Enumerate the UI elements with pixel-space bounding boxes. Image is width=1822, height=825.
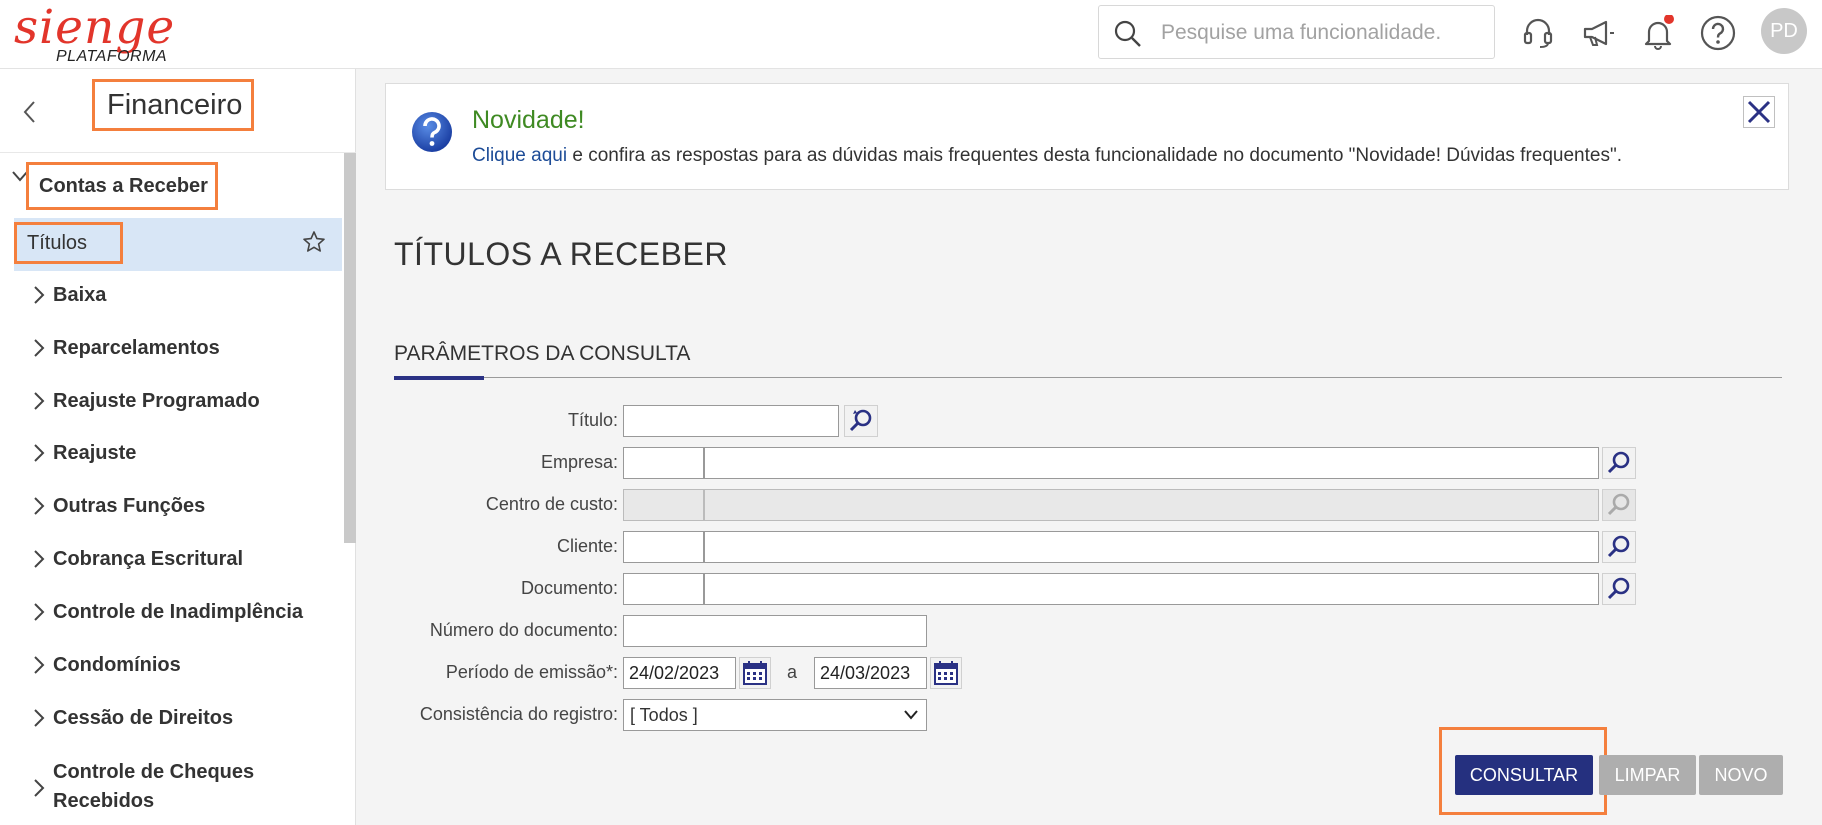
titulo-input[interactable] — [623, 405, 839, 437]
chevron-right-icon — [34, 709, 45, 727]
section-divider — [394, 377, 1782, 378]
empresa-label: Empresa: — [540, 452, 618, 472]
bell-icon[interactable] — [1640, 15, 1676, 51]
consistencia-select[interactable]: [ Todos ] — [623, 699, 927, 731]
empresa-code-input[interactable] — [623, 447, 704, 479]
cliente-search-icon[interactable] — [1602, 531, 1636, 563]
documento-search-icon[interactable] — [1602, 573, 1636, 605]
back-arrow-icon[interactable] — [20, 99, 40, 125]
sidebar-item-label: Outras Funções — [53, 495, 206, 517]
search-box[interactable] — [1098, 5, 1495, 59]
consultar-button[interactable]: CONSULTAR — [1455, 755, 1593, 795]
top-header: sienge PLATAFORMA PD — [0, 0, 1822, 69]
sidebar-item-titulos[interactable]: Títulos — [14, 218, 342, 271]
chevron-right-icon — [34, 444, 45, 462]
sidebar-item-label: Cessão de Direitos — [53, 707, 234, 729]
title-search-icon[interactable] — [844, 405, 878, 437]
sidebar-group-label: Contas a Receber — [26, 162, 218, 210]
documento-code-input[interactable] — [623, 573, 704, 605]
megaphone-icon[interactable] — [1580, 15, 1616, 51]
numero-documento-input[interactable] — [623, 615, 927, 647]
search-input[interactable] — [1159, 16, 1483, 50]
date-to-input[interactable] — [814, 657, 927, 689]
sidebar-header: Financeiro — [0, 69, 356, 153]
sidebar-scrollbar[interactable] — [344, 153, 356, 543]
cliente-name-input[interactable] — [704, 531, 1599, 563]
calendar-icon[interactable] — [930, 657, 962, 689]
notice-text: Clique aqui e confira as respostas para … — [472, 145, 1622, 167]
sienge-logo[interactable]: sienge PLATAFORMA — [14, 0, 176, 66]
star-icon[interactable] — [302, 230, 326, 254]
date-from-input[interactable] — [623, 657, 736, 689]
sidebar-item-label: Condomínios — [53, 654, 181, 676]
periodo-emissao-label: Período de emissão*: — [445, 662, 618, 682]
help-icon[interactable] — [1700, 15, 1736, 51]
centro-de-custo-label: Centro de custo: — [485, 494, 618, 514]
empresa-search-icon[interactable] — [1602, 447, 1636, 479]
chevron-right-icon — [34, 286, 45, 304]
question-icon — [412, 112, 452, 152]
sidebar-title: Financeiro — [92, 79, 254, 131]
clique-aqui-link[interactable]: Clique aqui — [472, 145, 567, 166]
page-title: TÍTULOS A RECEBER — [394, 236, 728, 272]
chevron-right-icon — [34, 392, 45, 410]
chevron-right-icon — [34, 339, 45, 357]
numero-documento-label: Número do documento: — [429, 620, 618, 640]
novidade-notice: Novidade! Clique aqui e confira as respo… — [385, 83, 1789, 190]
logo-text: sienge — [14, 0, 176, 55]
chevron-down-icon — [904, 710, 918, 720]
section-underline — [394, 376, 484, 380]
sidebar-item-label: Controle de Cheques Recebidos — [53, 761, 255, 812]
date-separator: a — [787, 662, 798, 682]
consistencia-label: Consistência do registro: — [419, 704, 618, 724]
sidebar-item-label: Controle de Inadimplência — [53, 601, 304, 623]
limpar-button[interactable]: LIMPAR — [1599, 755, 1696, 795]
titulo-label: Título: — [567, 410, 618, 430]
cliente-label: Cliente: — [556, 536, 618, 556]
calendar-icon[interactable] — [739, 657, 771, 689]
sidebar-item-label: Cobrança Escritural — [53, 548, 244, 570]
consistencia-value: [ Todos ] — [630, 705, 698, 725]
sidebar-item-label: Títulos — [14, 222, 123, 264]
sidebar-item-label: Baixa — [53, 284, 107, 306]
search-icon — [1114, 20, 1141, 47]
close-notice-button[interactable] — [1743, 96, 1775, 128]
chevron-right-icon — [34, 779, 45, 797]
sidebar-item-label: Reajuste — [53, 442, 137, 464]
close-icon — [1747, 100, 1771, 124]
sidebar: Financeiro Contas a Receber Títulos Baix… — [0, 69, 356, 825]
sidebar-item-label: Reparcelamentos — [53, 337, 220, 359]
section-title: PARÂMETROS DA CONSULTA — [394, 342, 691, 365]
centro-search-icon — [1602, 489, 1636, 521]
documento-label: Documento: — [520, 578, 618, 598]
notice-body: e confira as respostas para as dúvidas m… — [567, 145, 1622, 166]
cliente-code-input[interactable] — [623, 531, 704, 563]
novo-button[interactable]: NOVO — [1699, 755, 1783, 795]
centro-name-input — [704, 489, 1599, 521]
user-avatar[interactable]: PD — [1761, 8, 1807, 54]
chevron-right-icon — [34, 603, 45, 621]
headset-icon[interactable] — [1520, 15, 1556, 51]
centro-code-input — [623, 489, 704, 521]
documento-name-input[interactable] — [704, 573, 1599, 605]
chevron-right-icon — [34, 656, 45, 674]
logo-subtitle: PLATAFORMA — [56, 48, 168, 65]
chevron-right-icon — [34, 550, 45, 568]
chevron-right-icon — [34, 497, 45, 515]
sidebar-item-label: Reajuste Programado — [53, 390, 260, 412]
empresa-name-input[interactable] — [704, 447, 1599, 479]
notice-title: Novidade! — [472, 106, 585, 134]
